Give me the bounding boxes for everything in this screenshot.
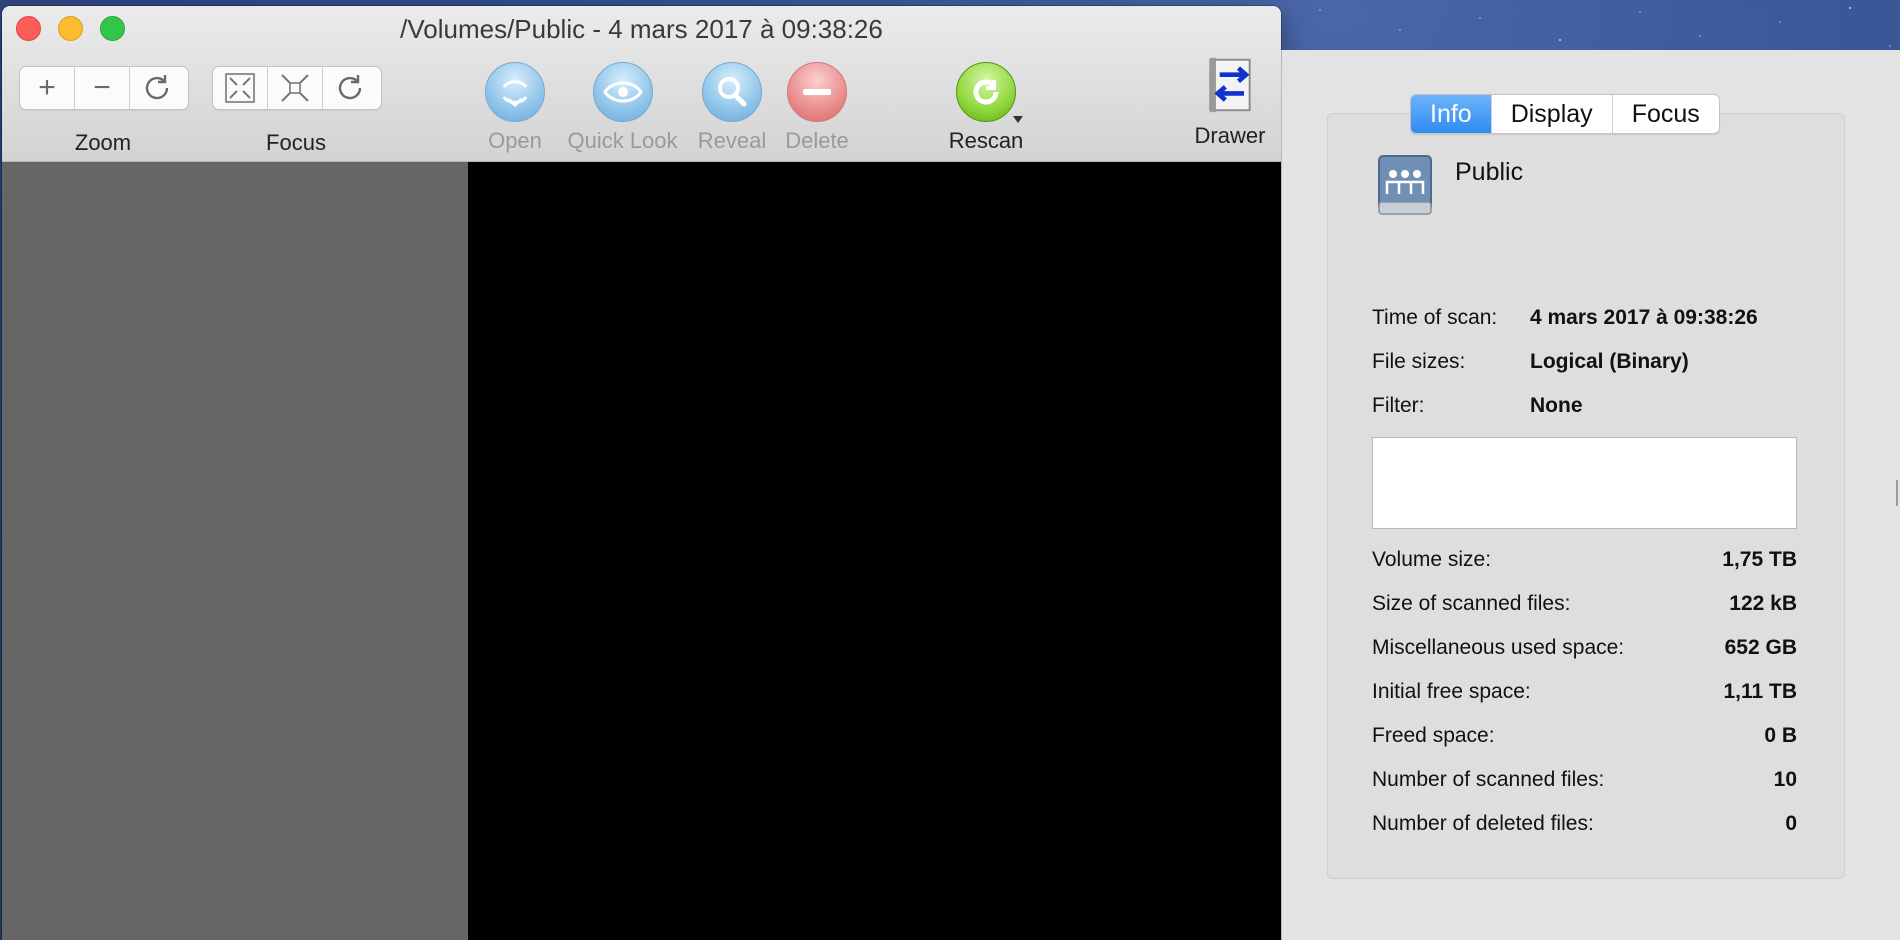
filter-text-area[interactable] xyxy=(1372,437,1797,529)
info-value: Logical (Binary) xyxy=(1530,350,1689,373)
rescan-button[interactable]: Rescan xyxy=(926,62,1046,154)
info-key: Time of scan: xyxy=(1372,306,1498,329)
zoom-segmented-control: + − xyxy=(19,66,189,110)
focus-out-button[interactable] xyxy=(268,67,323,109)
stat-value: 652 GB xyxy=(1724,636,1797,659)
stat-value: 1,75 TB xyxy=(1722,548,1797,571)
zoom-group-label: Zoom xyxy=(74,130,132,155)
stat-key: Number of deleted files: xyxy=(1372,812,1594,835)
rotate-icon xyxy=(338,75,362,100)
directory-view-left[interactable] xyxy=(2,162,468,940)
focus-in-button[interactable] xyxy=(213,67,268,109)
titlebar-toolbar: /Volumes/Public - 4 mars 2017 à 09:38:26… xyxy=(2,6,1281,162)
delete-label: Delete xyxy=(785,128,849,153)
tab-display[interactable]: Display xyxy=(1492,95,1613,133)
plus-icon: + xyxy=(38,71,56,104)
tab-info[interactable]: Info xyxy=(1411,95,1492,133)
info-value: 4 mars 2017 à 09:38:26 xyxy=(1530,306,1758,329)
rescan-icon xyxy=(956,62,1023,123)
zoom-reset-button[interactable] xyxy=(130,67,184,109)
delete-button[interactable]: Delete xyxy=(757,62,877,154)
stat-value: 1,11 TB xyxy=(1723,680,1797,703)
volume-name: Public xyxy=(1455,158,1524,186)
info-value: None xyxy=(1530,394,1583,417)
stat-value: 0 B xyxy=(1764,724,1797,747)
stat-value: 10 xyxy=(1773,768,1797,791)
focus-group-label: Focus xyxy=(266,130,326,155)
open-icon xyxy=(485,62,545,122)
focus-segmented-control xyxy=(212,66,382,110)
tab-focus[interactable]: Focus xyxy=(1613,95,1719,133)
delete-icon xyxy=(787,62,847,122)
drawer-label: Drawer xyxy=(1194,123,1266,148)
stat-key: Miscellaneous used space: xyxy=(1372,636,1625,659)
window-title: /Volumes/Public - 4 mars 2017 à 09:38:26 xyxy=(400,14,883,44)
dropdown-triangle-icon xyxy=(1013,116,1023,123)
minus-icon: − xyxy=(93,71,111,104)
info-key: File sizes: xyxy=(1372,350,1466,373)
main-window: /Volumes/Public - 4 mars 2017 à 09:38:26… xyxy=(2,6,1281,940)
directory-view-map[interactable] xyxy=(468,162,1281,940)
network-volume-icon xyxy=(1378,155,1432,215)
expand-arrows-icon xyxy=(281,74,309,102)
rotate-icon xyxy=(145,75,169,100)
magnifier-icon xyxy=(702,62,762,122)
zoom-out-button[interactable]: − xyxy=(75,67,130,109)
drawer-toggle-button[interactable]: Drawer xyxy=(1170,56,1281,149)
stat-key: Initial free space: xyxy=(1372,680,1531,703)
collapse-arrows-icon xyxy=(225,73,255,103)
eye-icon xyxy=(592,62,653,122)
stat-key: Freed space: xyxy=(1372,724,1495,747)
stat-key: Number of scanned files: xyxy=(1372,768,1605,791)
drawer-arrows-icon xyxy=(1209,57,1251,113)
info-key: Filter: xyxy=(1372,394,1425,417)
rescan-label: Rescan xyxy=(948,128,1024,153)
stat-key: Size of scanned files: xyxy=(1372,592,1571,615)
zoom-in-button[interactable]: + xyxy=(20,67,75,109)
stat-value: 0 xyxy=(1785,812,1797,835)
drawer-tabs: Info Display Focus xyxy=(1410,94,1720,134)
stat-key: Volume size: xyxy=(1372,548,1492,571)
stat-value: 122 kB xyxy=(1729,592,1797,615)
focus-reset-button[interactable] xyxy=(323,67,377,109)
info-drawer: Info Display Focus Public Time of scan: … xyxy=(1281,50,1900,940)
drawer-resize-grip[interactable] xyxy=(1896,480,1898,506)
